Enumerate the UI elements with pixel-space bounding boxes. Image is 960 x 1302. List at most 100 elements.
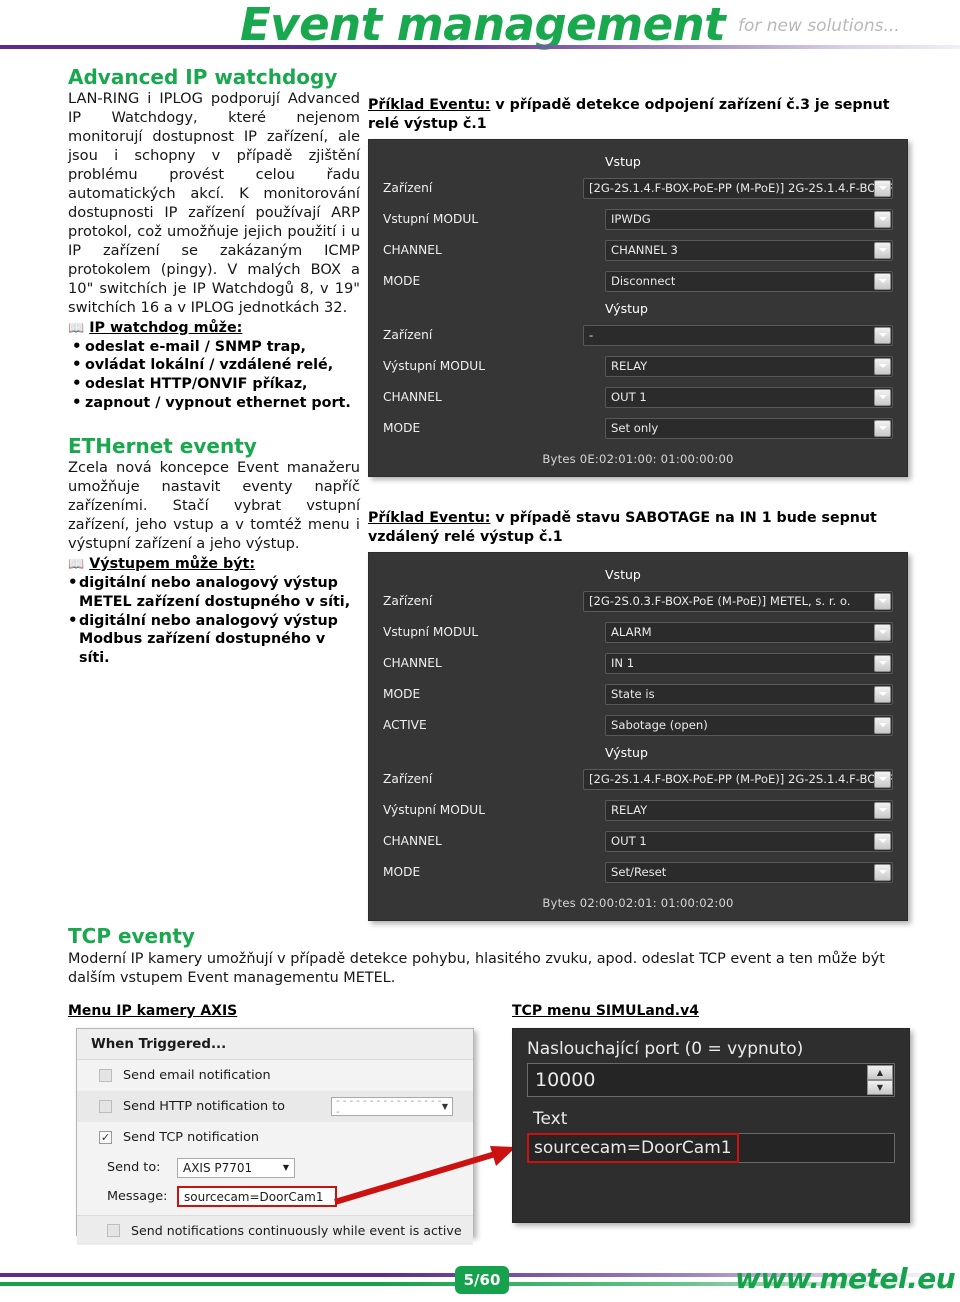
section2-paragraph: Zcela nová koncepce Event manažeru umožň… bbox=[68, 459, 360, 552]
field-label: Zařízení bbox=[383, 772, 433, 786]
section-heading-tcp-eventy: TCP eventy bbox=[68, 924, 195, 948]
device-select[interactable]: [2G-2S.0.3.F-BOX-PoE (M-PoE)] METEL, s. … bbox=[583, 590, 893, 612]
tcp-section: TCP eventy Moderní IP kamery umožňují v … bbox=[68, 925, 913, 989]
chevron-down-icon[interactable] bbox=[874, 716, 891, 734]
header-divider bbox=[0, 45, 960, 49]
chevron-down-icon[interactable] bbox=[874, 832, 891, 850]
http-target-select[interactable]: - - - - - - - - - - - - - - - - - ▼ bbox=[331, 1096, 453, 1118]
spinner-up-icon[interactable]: ▲ bbox=[867, 1065, 893, 1080]
message-input[interactable]: sourcecam=DoorCam1 bbox=[177, 1186, 337, 1207]
field-value: IN 1 bbox=[611, 656, 635, 670]
field-label: Výstupní MODUL bbox=[383, 359, 485, 374]
chevron-down-icon[interactable] bbox=[874, 241, 891, 259]
axis-option-label: Send email notification bbox=[123, 1068, 271, 1083]
list-item: digitální nebo analogový výstup METEL za… bbox=[68, 573, 360, 612]
field-value: IPWDG bbox=[611, 212, 651, 227]
section-heading-ethernet-eventy: ETHernet eventy bbox=[68, 434, 257, 459]
axis-option-email[interactable]: Send email notification bbox=[77, 1060, 473, 1091]
input-group-header: Vstup bbox=[605, 153, 641, 169]
field-value: State is bbox=[611, 687, 655, 701]
chevron-down-icon[interactable] bbox=[874, 357, 891, 375]
text-field-input[interactable]: sourcecam=DoorCam1 bbox=[527, 1133, 895, 1163]
field-row-zarizeni-out: Zařízení [2G-2S.1.4.F-BOX-PoE-PP (M-PoE)… bbox=[383, 764, 893, 795]
output-device-select[interactable]: [2G-2S.1.4.F-BOX-PoE-PP (M-PoE)] 2G-2S.1… bbox=[583, 768, 893, 790]
input-channel-select[interactable]: CHANNEL 3 bbox=[605, 239, 893, 261]
output-can-be-label: 📖 Výstupem může být: bbox=[68, 556, 360, 572]
chevron-down-icon[interactable] bbox=[874, 179, 891, 197]
field-value: Disconnect bbox=[611, 274, 676, 289]
label-simuland-menu: TCP menu SIMULand.v4 bbox=[512, 1003, 699, 1019]
panel1-caption-label: Příklad Eventu: bbox=[368, 97, 491, 113]
page-header: Event management for new solutions... bbox=[0, 0, 960, 51]
field-value: Sabotage (open) bbox=[611, 718, 708, 732]
input-mode-select[interactable]: State is bbox=[605, 683, 893, 705]
checkbox-unchecked-icon[interactable] bbox=[99, 1100, 112, 1113]
red-arrow-annotation bbox=[334, 1146, 516, 1205]
field-label: MODE bbox=[383, 865, 421, 879]
axis-option-http[interactable]: Send HTTP notification to - - - - - - - … bbox=[77, 1091, 473, 1122]
output-mode-select[interactable]: Set only bbox=[605, 417, 893, 439]
input-module-select[interactable]: IPWDG bbox=[605, 208, 893, 230]
chevron-down-icon[interactable] bbox=[874, 592, 891, 610]
field-row-mode-in: MODE State is bbox=[383, 679, 893, 710]
axis-option-label: Send notifications continuously while ev… bbox=[131, 1223, 462, 1238]
chevron-down-icon[interactable] bbox=[874, 326, 891, 344]
checkbox-unchecked-icon[interactable] bbox=[107, 1224, 120, 1237]
field-label: Vstupní MODUL bbox=[383, 212, 479, 227]
device-select[interactable]: [2G-2S.1.4.F-BOX-PoE-PP (M-PoE)] 2G-2S.1… bbox=[583, 177, 893, 199]
field-label: Zařízení bbox=[383, 328, 433, 343]
field-value: [2G-2S.1.4.F-BOX-PoE-PP (M-PoE)] 2G-2S.1… bbox=[589, 772, 892, 786]
field-row-vystupni-modul: Výstupní MODUL RELAY bbox=[383, 351, 893, 382]
list-item: odeslat HTTP/ONVIF příkaz, bbox=[68, 374, 360, 394]
output-module-select[interactable]: RELAY bbox=[605, 799, 893, 821]
input-mode-select[interactable]: Disconnect bbox=[605, 270, 893, 292]
output-channel-select[interactable]: OUT 1 bbox=[605, 830, 893, 852]
listening-port-input[interactable]: 10000 ▲ ▼ bbox=[527, 1063, 895, 1097]
field-label: MODE bbox=[383, 421, 421, 436]
chevron-down-icon[interactable] bbox=[874, 685, 891, 703]
panel2-caption: Příklad Eventu: v případě stavu SABOTAGE… bbox=[368, 509, 908, 547]
chevron-down-icon[interactable] bbox=[874, 388, 891, 406]
chevron-down-icon[interactable] bbox=[874, 419, 891, 437]
field-label: ACTIVE bbox=[383, 718, 427, 732]
axis-option-continuous[interactable]: Send notifications continuously while ev… bbox=[77, 1215, 473, 1245]
spinner-buttons[interactable]: ▲ ▼ bbox=[867, 1065, 893, 1095]
right-column: Příklad Eventu: v případě detekce odpoje… bbox=[368, 96, 908, 921]
input-channel-select[interactable]: IN 1 bbox=[605, 652, 893, 674]
send-to-select[interactable]: AXIS P7701 ▼ bbox=[177, 1157, 295, 1178]
output-can-be-text: Výstupem může být: bbox=[89, 555, 256, 572]
chevron-down-icon[interactable] bbox=[874, 272, 891, 290]
checkbox-checked-icon[interactable]: ✓ bbox=[99, 1131, 112, 1144]
output-device-select[interactable]: - bbox=[583, 324, 893, 346]
field-label: MODE bbox=[383, 687, 421, 701]
output-channel-select[interactable]: OUT 1 bbox=[605, 386, 893, 408]
field-value: Set/Reset bbox=[611, 865, 667, 879]
field-value: OUT 1 bbox=[611, 390, 647, 405]
listening-port-label: Naslouchající port (0 = vypnuto) bbox=[527, 1039, 804, 1059]
field-value: OUT 1 bbox=[611, 834, 647, 848]
output-module-select[interactable]: RELAY bbox=[605, 355, 893, 377]
axis-dialog-title: When Triggered... bbox=[77, 1029, 473, 1060]
active-select[interactable]: Sabotage (open) bbox=[605, 714, 893, 736]
send-to-value: AXIS P7701 bbox=[183, 1160, 253, 1175]
field-label: CHANNEL bbox=[383, 834, 442, 848]
output-mode-select[interactable]: Set/Reset bbox=[605, 861, 893, 883]
field-row-active: ACTIVE Sabotage (open) bbox=[383, 710, 893, 741]
chevron-down-icon[interactable] bbox=[874, 801, 891, 819]
document-page: Event management for new solutions... Ad… bbox=[0, 0, 960, 1302]
field-label: Zařízení bbox=[383, 181, 433, 196]
field-label: Výstupní MODUL bbox=[383, 803, 485, 817]
chevron-down-icon[interactable] bbox=[874, 623, 891, 641]
field-value: ALARM bbox=[611, 625, 652, 639]
chevron-down-icon[interactable] bbox=[874, 654, 891, 672]
field-label: Vstupní MODUL bbox=[383, 625, 479, 639]
input-module-select[interactable]: ALARM bbox=[605, 621, 893, 643]
chevron-down-icon[interactable] bbox=[874, 770, 891, 788]
chevron-down-icon[interactable] bbox=[874, 863, 891, 881]
event-dialog-panel-2: Vstup Zařízení [2G-2S.0.3.F-BOX-PoE (M-P… bbox=[368, 551, 908, 921]
field-label: Zařízení bbox=[383, 594, 433, 608]
checkbox-unchecked-icon[interactable] bbox=[99, 1069, 112, 1082]
spinner-down-icon[interactable]: ▼ bbox=[867, 1080, 893, 1095]
chevron-down-icon[interactable] bbox=[874, 210, 891, 228]
bytes-readout: Bytes 02:00:02:01: 01:00:02:00 bbox=[542, 895, 734, 910]
